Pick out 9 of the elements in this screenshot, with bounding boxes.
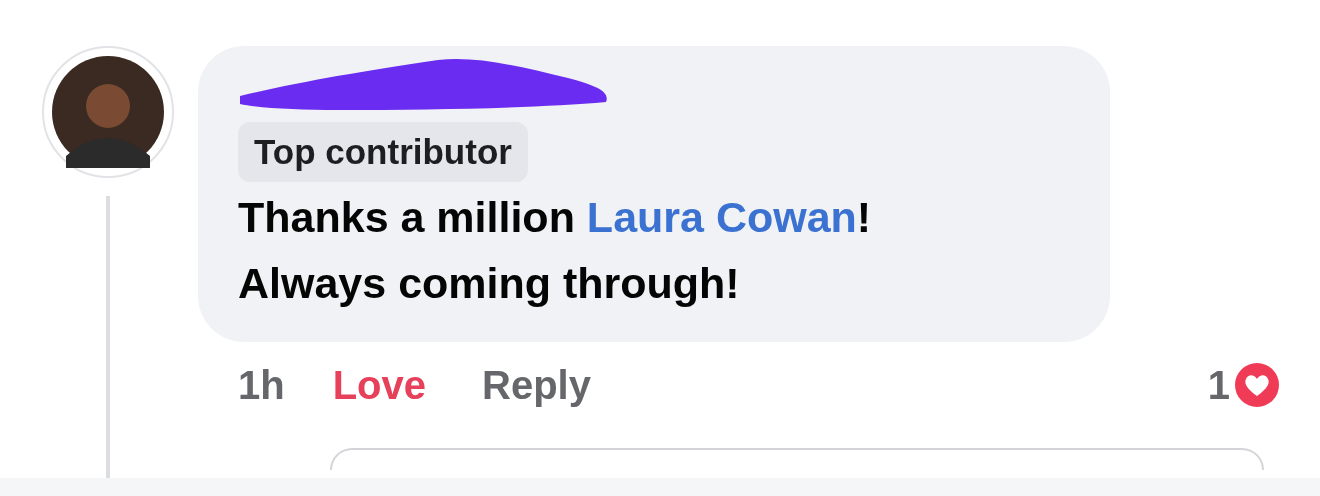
reaction-count: 1 [1207,362,1230,408]
mention-link[interactable]: Laura Cowan [586,193,857,241]
comment-text: Thanks a million Laura Cowan! Always coming through! [238,192,873,309]
avatar[interactable] [42,46,174,178]
reply-field[interactable] [330,448,1264,470]
love-button[interactable]: Love [332,362,427,408]
contributor-badge: Top contributor [238,122,528,182]
reply-button[interactable]: Reply [482,362,591,408]
timestamp: 1h [238,362,285,408]
